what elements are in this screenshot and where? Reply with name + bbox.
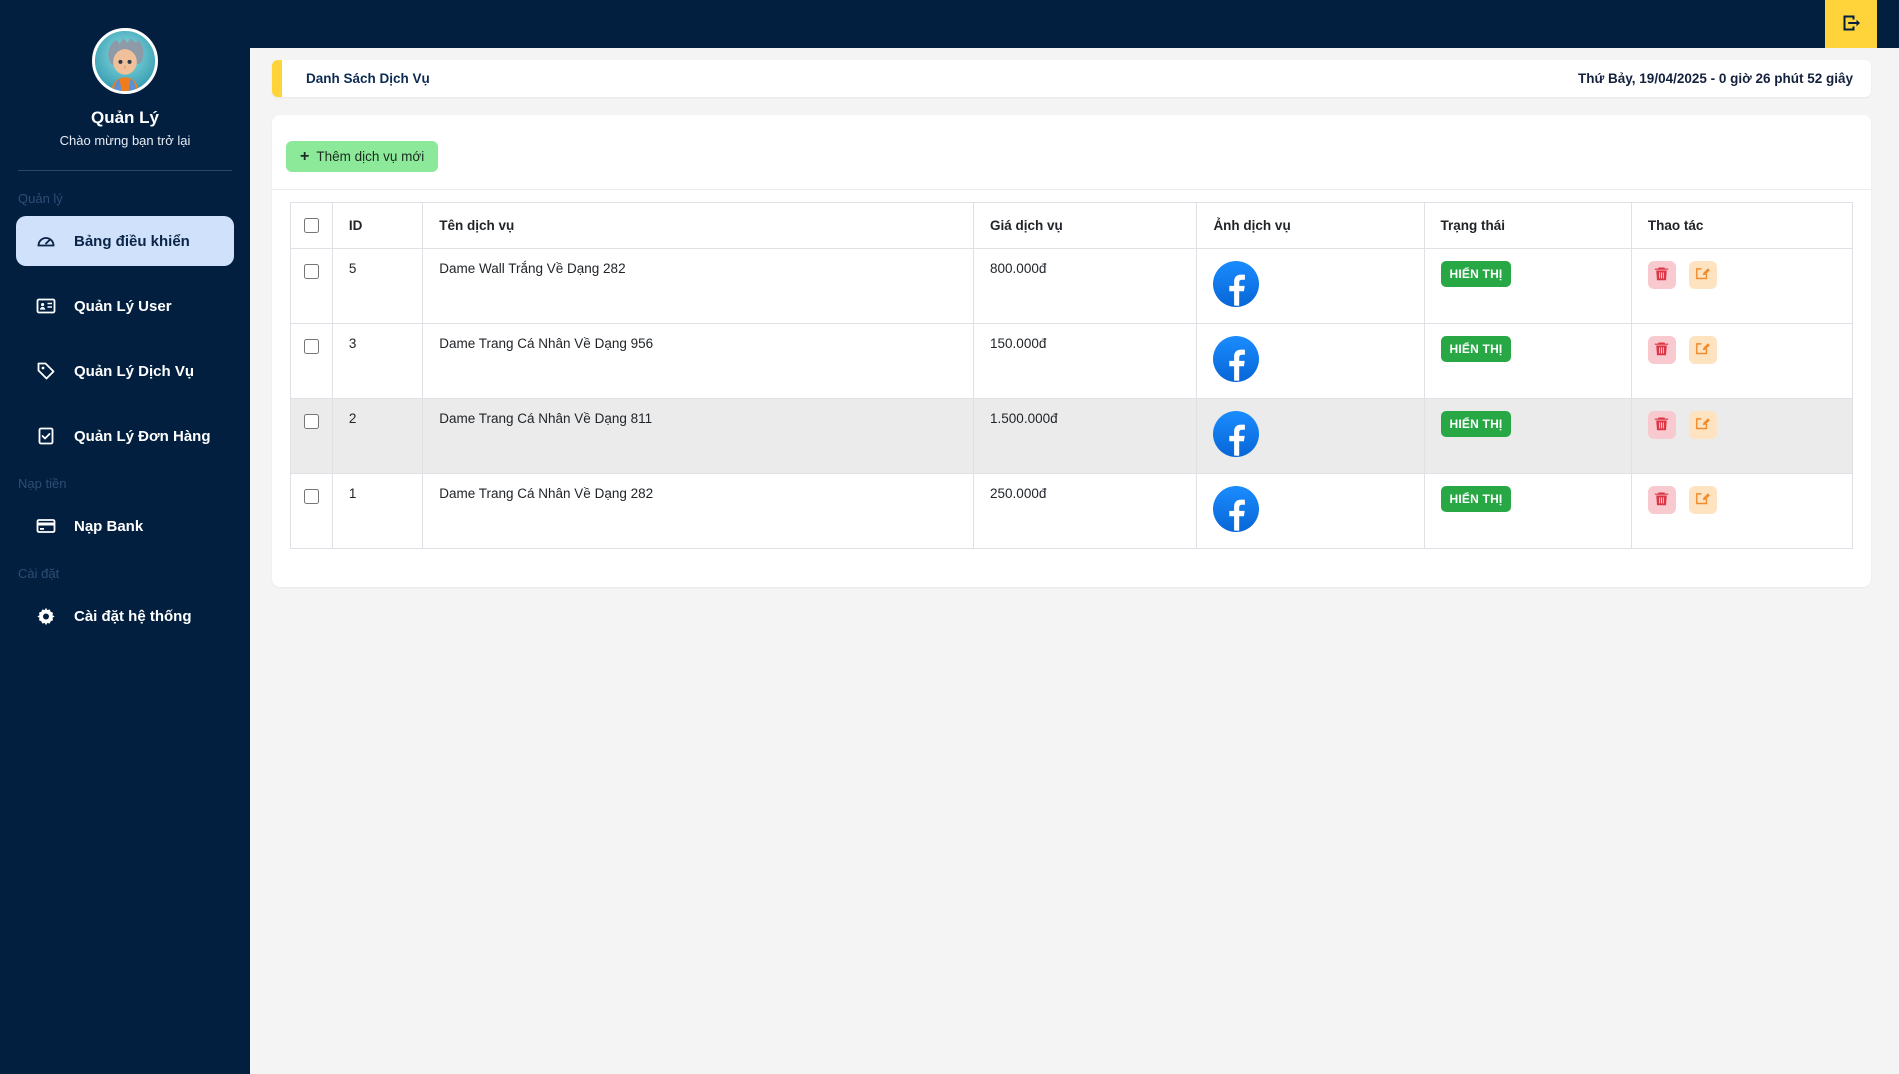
- facebook-logo-icon: [1213, 411, 1407, 457]
- avatar: [92, 28, 158, 94]
- add-service-button[interactable]: + Thêm dịch vụ mới: [286, 141, 438, 172]
- nav-section-nap-tien: Nạp tiền: [18, 476, 232, 491]
- status-badge: HIỂN THỊ: [1441, 411, 1512, 437]
- profile-name: Quản Lý: [0, 108, 250, 128]
- row-checkbox[interactable]: [304, 414, 319, 429]
- trash-icon: [1654, 416, 1669, 434]
- clipboard-check-icon: [36, 426, 56, 446]
- logout-icon: [1841, 13, 1861, 36]
- sidebar-item-services[interactable]: Quản Lý Dịch Vụ: [16, 346, 234, 396]
- sidebar: Quản Lý Chào mừng bạn trở lại Quản lý Bả…: [0, 0, 250, 1074]
- pencil-square-icon: [1695, 416, 1710, 434]
- nav-section-cai-dat: Cài đặt: [18, 566, 232, 581]
- nav-section-quan-ly: Quản lý: [18, 191, 232, 206]
- sidebar-item-label: Quản Lý User: [74, 298, 172, 315]
- sidebar-item-users[interactable]: Quản Lý User: [16, 281, 234, 331]
- status-badge: HIỂN THỊ: [1441, 486, 1512, 512]
- pencil-square-icon: [1695, 266, 1710, 284]
- facebook-logo-icon: [1213, 486, 1407, 532]
- services-table-wrap: ID Tên dịch vụ Giá dịch vụ Ảnh dịch vụ T…: [272, 190, 1871, 549]
- trash-icon: [1654, 266, 1669, 284]
- edit-button[interactable]: [1689, 336, 1717, 364]
- service-price: 1.500.000đ: [974, 399, 1197, 474]
- facebook-logo-icon: [1213, 261, 1407, 307]
- delete-button[interactable]: [1648, 411, 1676, 439]
- tag-icon: [36, 361, 56, 381]
- service-name: Dame Trang Cá Nhân Về Dạng 282: [423, 474, 974, 549]
- trash-icon: [1654, 341, 1669, 359]
- col-name: Tên dịch vụ: [423, 203, 974, 249]
- pencil-square-icon: [1695, 491, 1710, 509]
- page-header: Danh Sách Dịch Vụ Thứ Bảy, 19/04/2025 - …: [272, 60, 1871, 97]
- edit-button[interactable]: [1689, 486, 1717, 514]
- table-row: 1 Dame Trang Cá Nhân Về Dạng 282 250.000…: [291, 474, 1853, 549]
- topbar: [250, 0, 1899, 48]
- select-all-checkbox[interactable]: [304, 218, 319, 233]
- logout-button[interactable]: [1825, 0, 1877, 48]
- delete-button[interactable]: [1648, 261, 1676, 289]
- page-title: Danh Sách Dịch Vụ: [306, 71, 430, 86]
- service-price: 150.000đ: [974, 324, 1197, 399]
- sidebar-item-label: Bảng điều khiển: [74, 233, 190, 250]
- card-toolbar: + Thêm dịch vụ mới: [272, 115, 1871, 190]
- services-table: ID Tên dịch vụ Giá dịch vụ Ảnh dịch vụ T…: [290, 202, 1853, 549]
- col-id: ID: [332, 203, 422, 249]
- table-row: 3 Dame Trang Cá Nhân Về Dạng 956 150.000…: [291, 324, 1853, 399]
- speedometer-icon: [36, 231, 56, 251]
- col-actions: Thao tác: [1631, 203, 1852, 249]
- main-content: Danh Sách Dịch Vụ Thứ Bảy, 19/04/2025 - …: [250, 48, 1899, 587]
- service-name: Dame Wall Trắng Về Dạng 282: [423, 249, 974, 324]
- gear-icon: [36, 606, 56, 626]
- sidebar-item-label: Cài đặt hệ thống: [74, 608, 192, 625]
- sidebar-item-label: Nạp Bank: [74, 518, 143, 535]
- row-checkbox[interactable]: [304, 489, 319, 504]
- plus-icon: +: [300, 149, 309, 165]
- service-price: 800.000đ: [974, 249, 1197, 324]
- credit-card-icon: [36, 516, 56, 536]
- sidebar-item-label: Quản Lý Đơn Hàng: [74, 428, 211, 445]
- col-status: Trạng thái: [1424, 203, 1631, 249]
- facebook-logo-icon: [1213, 336, 1407, 382]
- status-badge: HIỂN THỊ: [1441, 261, 1512, 287]
- add-service-label: Thêm dịch vụ mới: [316, 149, 424, 164]
- sidebar-item-orders[interactable]: Quản Lý Đơn Hàng: [16, 411, 234, 461]
- sidebar-item-bank-topup[interactable]: Nạp Bank: [16, 501, 234, 551]
- id-card-icon: [36, 296, 56, 316]
- service-name: Dame Trang Cá Nhân Về Dạng 811: [423, 399, 974, 474]
- delete-button[interactable]: [1648, 486, 1676, 514]
- page-datetime: Thứ Bảy, 19/04/2025 - 0 giờ 26 phút 52 g…: [1578, 71, 1853, 86]
- row-checkbox[interactable]: [304, 339, 319, 354]
- service-id: 1: [332, 474, 422, 549]
- sidebar-profile: Quản Lý Chào mừng bạn trở lại: [0, 0, 250, 148]
- trash-icon: [1654, 491, 1669, 509]
- service-name: Dame Trang Cá Nhân Về Dạng 956: [423, 324, 974, 399]
- service-id: 2: [332, 399, 422, 474]
- profile-welcome: Chào mừng bạn trở lại: [0, 133, 250, 148]
- sidebar-nav: Quản lý Bảng điều khiển Quản Lý User Quả…: [0, 171, 250, 641]
- table-header-row: ID Tên dịch vụ Giá dịch vụ Ảnh dịch vụ T…: [291, 203, 1853, 249]
- delete-button[interactable]: [1648, 336, 1676, 364]
- edit-button[interactable]: [1689, 411, 1717, 439]
- col-price: Giá dịch vụ: [974, 203, 1197, 249]
- status-badge: HIỂN THỊ: [1441, 336, 1512, 362]
- service-price: 250.000đ: [974, 474, 1197, 549]
- edit-button[interactable]: [1689, 261, 1717, 289]
- row-checkbox[interactable]: [304, 264, 319, 279]
- table-row: 5 Dame Wall Trắng Về Dạng 282 800.000đ H…: [291, 249, 1853, 324]
- col-image: Ảnh dịch vụ: [1197, 203, 1424, 249]
- services-card: + Thêm dịch vụ mới ID Tên dịch vụ Giá dị…: [272, 115, 1871, 587]
- service-id: 3: [332, 324, 422, 399]
- service-id: 5: [332, 249, 422, 324]
- sidebar-item-label: Quản Lý Dịch Vụ: [74, 363, 194, 380]
- select-all-header: [291, 203, 333, 249]
- pencil-square-icon: [1695, 341, 1710, 359]
- table-row: 2 Dame Trang Cá Nhân Về Dạng 811 1.500.0…: [291, 399, 1853, 474]
- sidebar-item-dashboard[interactable]: Bảng điều khiển: [16, 216, 234, 266]
- sidebar-item-system-settings[interactable]: Cài đặt hệ thống: [16, 591, 234, 641]
